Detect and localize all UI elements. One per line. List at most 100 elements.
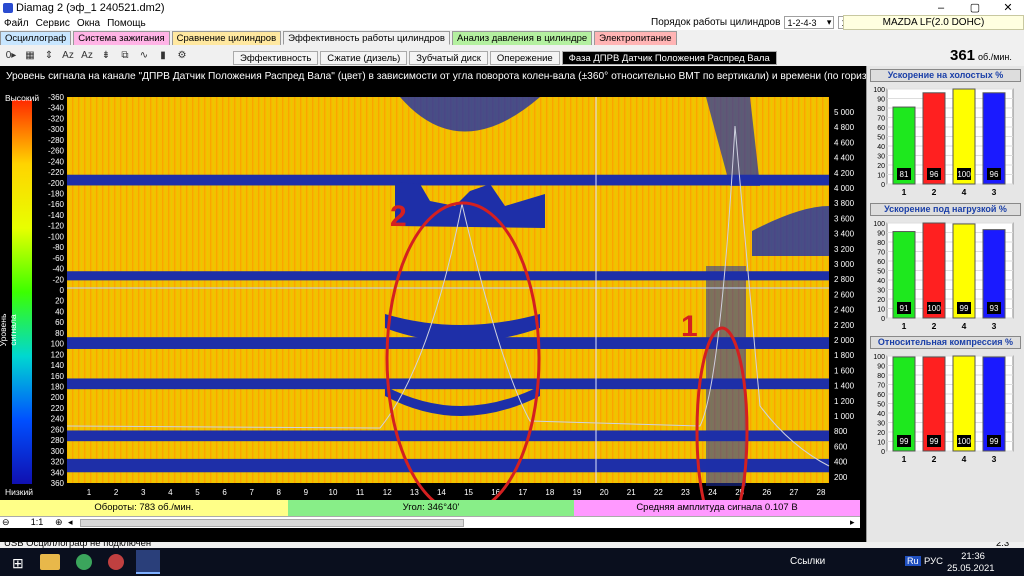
clock-date: 25.05.2021: [947, 563, 995, 574]
grid-icon[interactable]: ▦: [22, 48, 38, 64]
y-tick: 0: [881, 316, 885, 323]
keyboard-icon[interactable]: Ru: [905, 556, 921, 566]
subtab-1[interactable]: Сжатие (дизель): [320, 51, 408, 65]
bar-category-label: 3: [992, 454, 997, 464]
diamag-taskbar-icon[interactable]: [136, 550, 160, 574]
bar-category-label: 2: [932, 187, 937, 197]
subtab-4[interactable]: Фаза ДПРВ Датчик Положения Распред Вала: [561, 51, 777, 65]
scroll-right-arrow[interactable]: ▸: [850, 517, 855, 528]
rpm-value: 361: [950, 47, 976, 64]
tab-2[interactable]: Сравнение цилиндров: [171, 31, 282, 45]
y-tick: 30: [877, 288, 885, 295]
x-tick: 6: [222, 488, 227, 497]
x-tick: 1: [87, 488, 92, 497]
bar-chart: 0 10 20 30 40 50 60 70 80 90 100 81 1 96 2 100 4 96 3: [873, 87, 1014, 197]
menu-file[interactable]: Файл: [4, 18, 29, 29]
bar-chart: 0 10 20 30 40 50 60 70 80 90 100 99 1 99 2 100 4 99 3: [873, 354, 1014, 464]
bar-value-label: 99: [900, 437, 909, 446]
y-tick: 90: [877, 364, 885, 371]
low-signal-band: [67, 174, 829, 186]
link-icon[interactable]: ⧉: [117, 48, 133, 64]
chevron-down-icon: ▾: [826, 17, 832, 27]
y-left-tick: -100: [48, 232, 65, 241]
x-tick: 21: [627, 488, 636, 497]
y-tick: 0: [881, 182, 885, 189]
menu-service[interactable]: Сервис: [36, 18, 70, 29]
browser-alt-icon[interactable]: [108, 554, 124, 570]
y-tick: 100: [873, 354, 885, 361]
taskbar-links[interactable]: Ссылки: [790, 556, 825, 567]
firing-order-select[interactable]: 1-2-4-3 ▾: [784, 16, 835, 29]
windows-start-icon[interactable]: ⊞: [12, 556, 26, 570]
y-right-tick: 4 800: [834, 123, 855, 132]
status-rpm: Обороты: 783 об./мин.: [0, 500, 288, 516]
y-left-tick: -340: [48, 104, 65, 113]
scroll-left-arrow[interactable]: ◂: [68, 517, 73, 528]
annotation-1-label: 1: [681, 310, 698, 343]
scrollbar-thumb[interactable]: [80, 519, 464, 527]
scroll-row: ⊖ 1:1 ⊕ ◂ ▸: [0, 516, 860, 528]
y-right-tick: 4 600: [834, 138, 855, 147]
minimize-button[interactable]: –: [925, 0, 957, 16]
y-tick: 80: [877, 106, 885, 113]
y-tick: 0: [881, 449, 885, 456]
subtab-0[interactable]: Эффективность: [233, 51, 319, 65]
tab-5[interactable]: Электропитание: [594, 31, 677, 45]
wave-icon[interactable]: ∿: [136, 48, 152, 64]
y-left-tick: -40: [52, 265, 64, 274]
browser-icon[interactable]: [76, 554, 92, 570]
maximize-button[interactable]: ▢: [959, 0, 991, 16]
y-right-tick: 3 800: [834, 199, 855, 208]
tab-1[interactable]: Система зажигания: [73, 31, 170, 45]
x-tick: 19: [573, 488, 582, 497]
sort-alt-icon[interactable]: Az: [79, 48, 95, 64]
zoom-icon[interactable]: ⇕: [41, 48, 57, 64]
y-left-tick: -220: [48, 168, 65, 177]
x-tick: 13: [410, 488, 419, 497]
y-left-tick: -240: [48, 157, 65, 166]
y-tick: 30: [877, 421, 885, 428]
firing-order-value: 1-2-4-3: [787, 17, 817, 28]
bar-value-label: 100: [957, 170, 971, 179]
dip-region: [706, 266, 746, 486]
y-right-tick: 2 400: [834, 306, 855, 315]
car-model: MAZDA LF(2.0 DOHC): [843, 15, 1024, 30]
y-tick: 90: [877, 97, 885, 104]
settings-icon[interactable]: ⚙: [174, 48, 190, 64]
subtab-2[interactable]: Зубчатый диск: [409, 51, 488, 65]
bar-value-label: 100: [957, 437, 971, 446]
close-button[interactable]: ✕: [992, 0, 1024, 16]
bar-chart-title: Ускорение под нагрузкой %: [870, 203, 1021, 216]
bar-chart-icon[interactable]: ▮: [155, 48, 171, 64]
zoom-out-icon[interactable]: ⊖: [2, 517, 10, 528]
menu-windows[interactable]: Окна: [77, 18, 100, 29]
y-left-tick: -300: [48, 125, 65, 134]
main-tabs: Осциллограф Система зажигания Сравнение ци…: [0, 31, 679, 45]
bar-category-label: 2: [932, 321, 937, 331]
y-right-tick: 4 000: [834, 184, 855, 193]
x-tick: 27: [789, 488, 798, 497]
sort-icon[interactable]: Az: [60, 48, 76, 64]
y-right-tick: 1 800: [834, 351, 855, 360]
heatmap-chart[interactable]: -360-340-320-300-280-260-240-220-200-180…: [0, 66, 866, 500]
explorer-icon[interactable]: [40, 554, 60, 570]
language-indicator[interactable]: РУС: [924, 556, 943, 567]
subtab-3[interactable]: Опережение: [489, 51, 560, 65]
bar-category-label: 4: [962, 187, 967, 197]
y-right-tick: 2 800: [834, 275, 855, 284]
y-left-tick: 200: [51, 393, 65, 402]
zoom-in-icon[interactable]: ⊕: [55, 517, 63, 528]
y-right-tick: 4 400: [834, 154, 855, 163]
tab-4[interactable]: Анализ давления в цилиндре: [451, 31, 593, 45]
tab-3[interactable]: Эффективность работы цилиндров: [283, 31, 450, 45]
x-tick: 9: [304, 488, 309, 497]
tab-0[interactable]: Осциллограф: [0, 31, 72, 45]
y-tick: 60: [877, 259, 885, 266]
y-right-tick: 3 400: [834, 230, 855, 239]
y-left-tick: 280: [51, 436, 65, 445]
menu-help[interactable]: Помощь: [107, 18, 146, 29]
filter-icon[interactable]: ⇟: [98, 48, 114, 64]
x-tick: 11: [356, 488, 365, 497]
probe-icon[interactable]: 0▸: [3, 48, 19, 64]
bar-category-label: 2: [932, 454, 937, 464]
